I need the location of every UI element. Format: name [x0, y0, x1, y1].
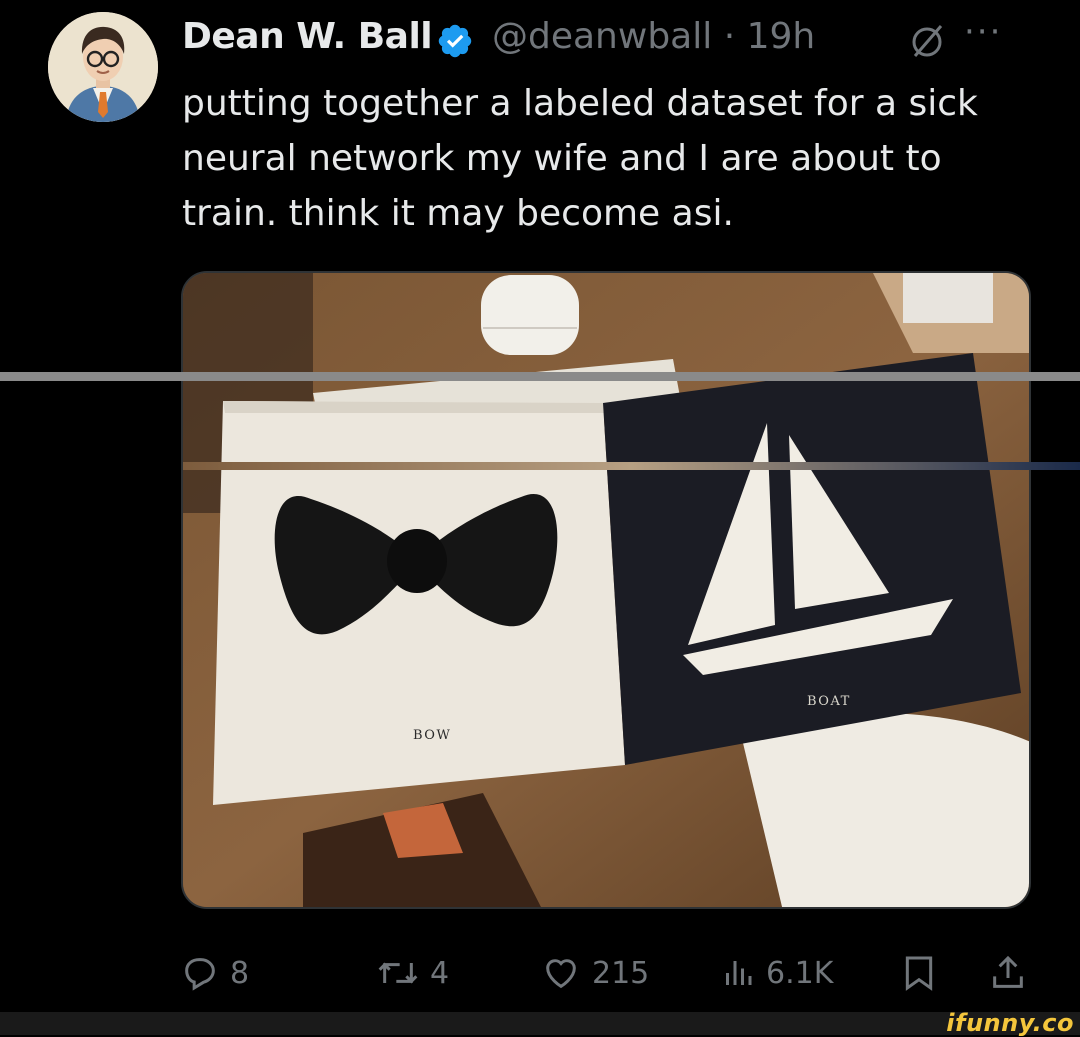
- tweet-photo[interactable]: BOW BOAT: [181, 271, 1031, 909]
- watermark-bar: [0, 1012, 1080, 1035]
- author-name[interactable]: Dean W. Ball: [182, 16, 433, 57]
- views-button[interactable]: 6.1K: [720, 948, 833, 998]
- ifunny-watermark: ifunny.co: [946, 1009, 1074, 1037]
- scan-artifact-line: [183, 462, 1080, 470]
- author-handle-time[interactable]: @deanwball · 19h: [492, 16, 815, 57]
- share-button[interactable]: [988, 948, 1038, 998]
- photo-illustration: BOW BOAT: [183, 273, 1029, 907]
- timestamp[interactable]: 19h: [747, 16, 816, 57]
- more-icon[interactable]: ···: [964, 12, 1002, 52]
- grok-icon[interactable]: [907, 22, 947, 62]
- avatar-illustration: [48, 12, 158, 122]
- tweet-actions: 8 4 215 6.1K: [0, 948, 1080, 998]
- verified-badge-icon: [436, 22, 474, 60]
- like-button[interactable]: 215: [540, 948, 649, 998]
- left-card-label: BOW: [413, 728, 451, 743]
- tweet-text: putting together a labeled dataset for a…: [182, 83, 978, 234]
- reply-button[interactable]: 8: [180, 948, 249, 998]
- tweet-header: Dean W. Ball @deanwball · 19h ···: [182, 12, 1060, 68]
- bookmark-icon: [905, 956, 933, 991]
- bookmark-button[interactable]: [902, 948, 946, 998]
- avatar[interactable]: [48, 12, 158, 122]
- like-icon: [546, 959, 576, 989]
- repost-icon: [378, 962, 418, 984]
- scan-artifact-line: [0, 372, 1080, 381]
- repost-count: 4: [430, 955, 450, 991]
- author-handle[interactable]: @deanwball: [492, 16, 712, 57]
- share-icon: [993, 955, 1023, 988]
- like-count: 215: [592, 955, 650, 991]
- reply-count: 8: [230, 955, 250, 991]
- right-card-label: BOAT: [807, 694, 851, 709]
- reply-icon: [185, 958, 215, 991]
- separator: ·: [723, 16, 736, 57]
- repost-button[interactable]: 4: [376, 948, 449, 998]
- view-count: 6.1K: [766, 955, 834, 991]
- views-icon: [726, 961, 752, 985]
